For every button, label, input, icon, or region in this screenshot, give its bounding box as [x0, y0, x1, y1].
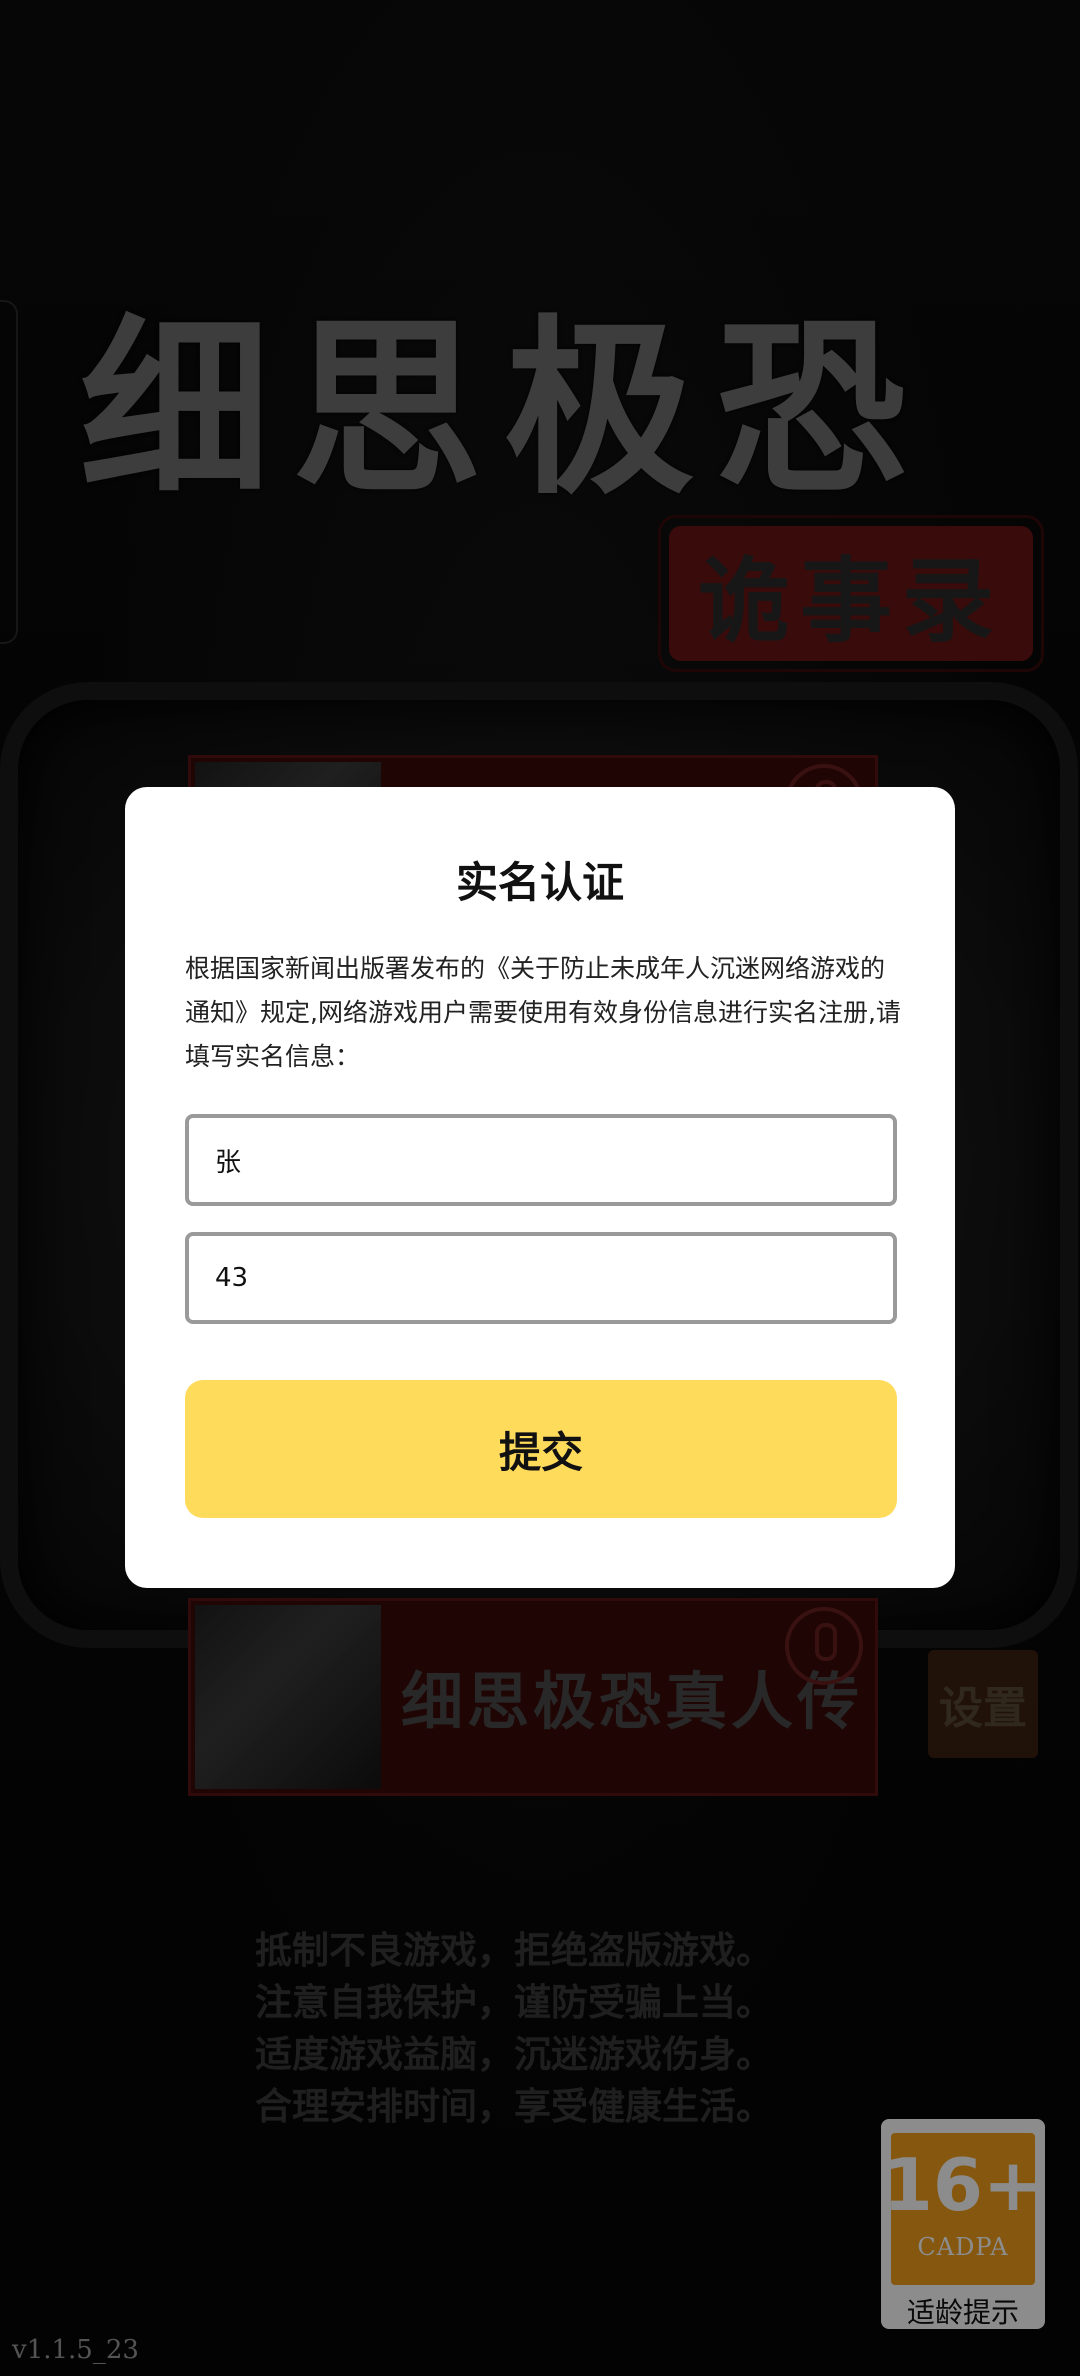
- submit-button[interactable]: 提交: [185, 1380, 897, 1518]
- real-name-auth-dialog: 实名认证 根据国家新闻出版署发布的《关于防止未成年人沉迷网络游戏的通知》规定,网…: [125, 787, 955, 1588]
- id-number-input[interactable]: [185, 1232, 897, 1324]
- name-input[interactable]: [185, 1114, 897, 1206]
- dialog-title: 实名认证: [455, 858, 624, 907]
- dialog-description: 根据国家新闻出版署发布的《关于防止未成年人沉迷网络游戏的通知》规定,网络游戏用户…: [185, 954, 901, 1071]
